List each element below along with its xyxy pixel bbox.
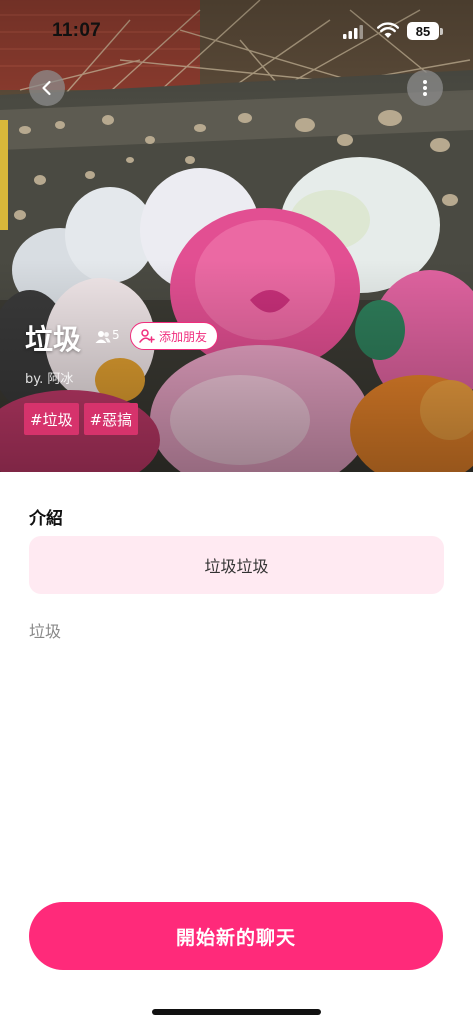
more-button[interactable]: [407, 70, 443, 106]
intro-box-text: 垃圾垃圾: [204, 557, 269, 576]
battery-icon: 85: [407, 22, 439, 40]
tag-list: #垃圾 #惡搞: [24, 403, 139, 435]
start-new-chat-label: 開始新的聊天: [175, 926, 296, 949]
intro-section-title: 介紹: [29, 509, 63, 529]
intro-box: 垃圾垃圾: [29, 536, 444, 594]
signal-icon: [343, 25, 363, 39]
chevron-left-icon: [42, 80, 51, 96]
intro-description: 垃圾: [29, 622, 62, 641]
member-count: 5: [112, 328, 120, 342]
chat-title: 垃圾: [25, 323, 82, 356]
back-button[interactable]: [29, 70, 65, 106]
home-indicator: [152, 1009, 321, 1015]
cover-shade: [0, 0, 473, 472]
status-bar: 11:07 85: [0, 0, 473, 60]
battery-nub: [440, 28, 443, 35]
cover-photo: [0, 0, 473, 472]
wifi-icon: [377, 22, 399, 38]
start-new-chat-button[interactable]: 開始新的聊天: [29, 902, 443, 970]
tag-item[interactable]: #垃圾: [24, 403, 79, 435]
tag-item[interactable]: #惡搞: [83, 403, 139, 435]
add-friend-button[interactable]: 添加朋友: [130, 322, 219, 350]
person-add-icon: [139, 329, 155, 343]
creator-name: by. 阿冰: [25, 372, 74, 387]
more-vertical-icon: [423, 80, 427, 96]
people-icon: [95, 331, 111, 343]
status-time: 11:07: [52, 20, 102, 41]
add-friend-label: 添加朋友: [159, 329, 208, 344]
battery-level: 85: [415, 23, 431, 39]
